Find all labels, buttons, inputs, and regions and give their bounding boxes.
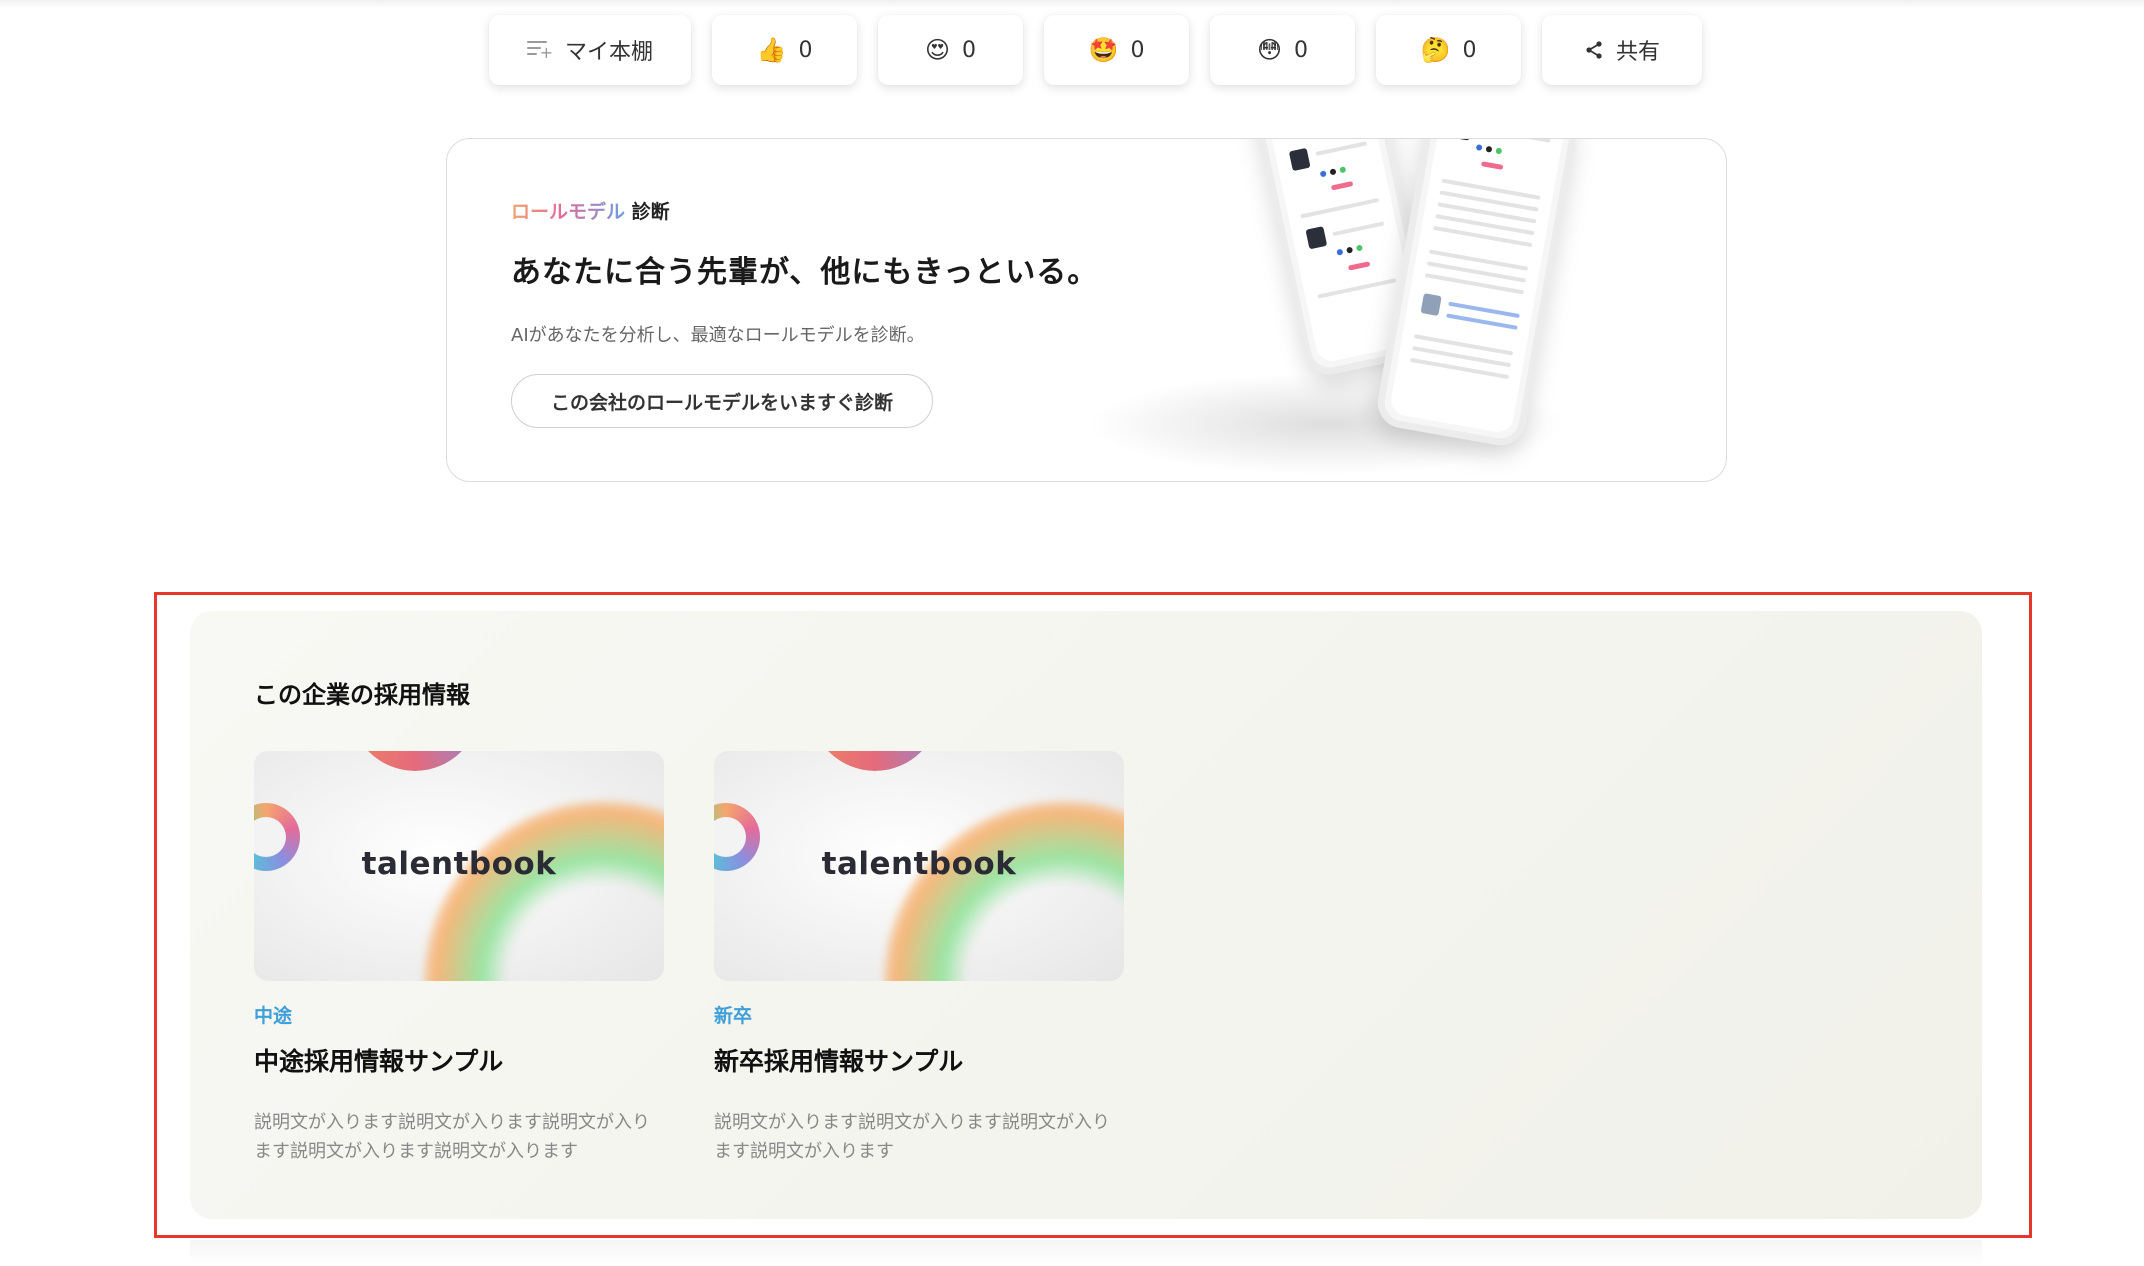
flushed-face-icon: 😳	[1256, 36, 1283, 64]
reaction-flushed-button[interactable]: 😳 0	[1210, 15, 1355, 85]
add-to-list-icon: +	[526, 41, 553, 61]
reaction-thinking-button[interactable]: 🤔 0	[1376, 15, 1521, 85]
decor-ring-top	[810, 751, 940, 771]
reaction-count: 0	[1462, 37, 1477, 63]
decor-arc	[884, 801, 1124, 981]
heart-eyes-icon: 😍	[924, 36, 951, 64]
top-shadow	[0, 0, 2144, 8]
share-icon	[1586, 41, 1602, 59]
reaction-star-struck-button[interactable]: 🤩 0	[1044, 15, 1189, 85]
job-title[interactable]: 中途採用情報サンプル	[254, 1042, 664, 1078]
job-thumbnail[interactable]: talentbook	[714, 751, 1124, 981]
rolemodel-tag-highlight: ロールモデル	[511, 201, 626, 223]
reaction-count: 0	[962, 37, 977, 63]
job-card-midcareer[interactable]: talentbook 中途 中途採用情報サンプル 説明文が入ります説明文が入りま…	[254, 751, 664, 1166]
thumbs-up-icon: 👍	[756, 36, 787, 64]
job-description: 説明文が入ります説明文が入ります説明文が入ります説明文が入ります説明文が入ります	[254, 1112, 650, 1162]
reaction-bar: + マイ本棚 👍 0 😍 0 🤩 0 😳 0 🤔 0 共有	[489, 15, 1702, 85]
job-category-tag: 新卒	[714, 1005, 753, 1027]
rolemodel-diagnose-button[interactable]: この会社のロールモデルをいますぐ診断	[511, 374, 933, 428]
reaction-count: 0	[798, 37, 813, 63]
recruit-info-section: この企業の採用情報 talentbook 中途 中途採用情報サンプル 説明文が入…	[190, 611, 1982, 1219]
reaction-heart-eyes-button[interactable]: 😍 0	[878, 15, 1023, 85]
brand-logo-text: talentbook	[361, 846, 557, 882]
recruit-heading: この企業の採用情報	[254, 681, 470, 709]
job-title[interactable]: 新卒採用情報サンプル	[714, 1042, 1124, 1078]
my-bookshelf-button[interactable]: + マイ本棚	[489, 15, 691, 85]
my-bookshelf-label: マイ本棚	[564, 40, 653, 65]
rolemodel-tag-plain: 診断	[631, 201, 670, 223]
job-card-newgrad[interactable]: talentbook 新卒 新卒採用情報サンプル 説明文が入ります説明文が入りま…	[714, 751, 1124, 1166]
thinking-face-icon: 🤔	[1420, 36, 1451, 64]
share-label: 共有	[1615, 40, 1660, 65]
reaction-count: 0	[1130, 37, 1145, 63]
rolemodel-description: AIがあなたを分析し、最適なロールモデルを診断。	[511, 325, 925, 346]
job-description: 説明文が入ります説明文が入ります説明文が入ります説明文が入ります	[714, 1112, 1110, 1162]
decor-arc	[424, 801, 664, 981]
rolemodel-tag: ロールモデル 診断	[511, 197, 670, 224]
reaction-thumbs-up-button[interactable]: 👍 0	[712, 15, 857, 85]
share-button[interactable]: 共有	[1542, 15, 1702, 85]
star-struck-icon: 🤩	[1088, 36, 1119, 64]
bottom-shadow	[190, 1240, 1982, 1266]
reaction-count: 0	[1294, 37, 1309, 63]
brand-logo-text: talentbook	[821, 846, 1017, 882]
job-thumbnail[interactable]: talentbook	[254, 751, 664, 981]
rolemodel-promo-card: ロールモデル 診断 あなたに合う先輩が、他にもきっといる。 AIがあなたを分析し…	[446, 138, 1727, 482]
job-category-tag: 中途	[254, 1005, 293, 1027]
rolemodel-heading: あなたに合う先輩が、他にもきっといる。	[511, 255, 1099, 290]
decor-ring-top	[350, 751, 480, 771]
